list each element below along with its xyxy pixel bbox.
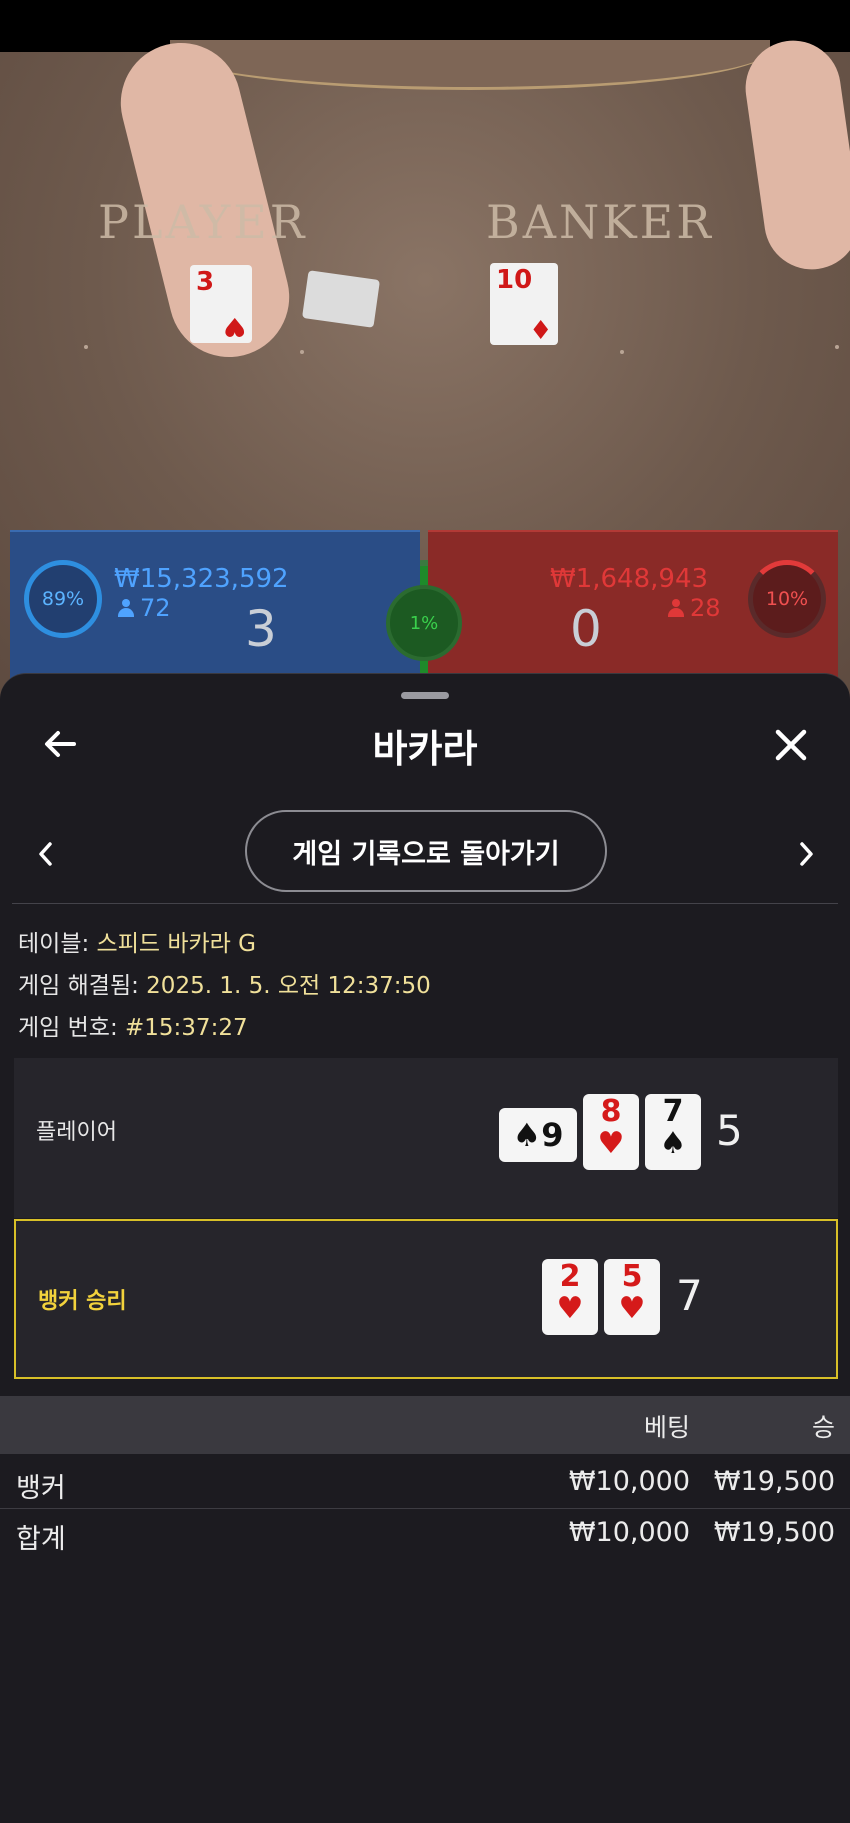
sheet-grabber[interactable] (401, 692, 449, 699)
playing-card: 5 ♥ (604, 1259, 660, 1335)
banker-win-label: 뱅커 승리 (38, 1289, 127, 1314)
back-to-history-button[interactable]: 게임 기록으로 돌아가기 (245, 810, 607, 892)
video-banker-card-rank: 10 (496, 265, 533, 295)
felt-banker-text: BANKER (486, 195, 714, 249)
person-icon (118, 599, 134, 617)
video-player-card: 3 ♥ (190, 265, 252, 343)
live-video: PLAYER BANKER 3 ♥ 10 ♦ 89% ₩15,323,592 7… (0, 0, 850, 700)
total-row: 합계 ₩10,000 ₩19,500 (0, 1508, 850, 1558)
divider (12, 903, 838, 904)
bet-amount: ₩10,000 (568, 1466, 690, 1497)
total-win-amount: ₩19,500 (713, 1517, 835, 1548)
game-history-sheet: 바카라 게임 기록으로 돌아가기 테이블: 스피드 바카라 G 게임 해결됨: … (0, 673, 850, 1823)
banker-hand-row: 뱅커 승리 2 ♥ 5 ♥ 7 (14, 1219, 838, 1379)
banker-hand-total: 7 (676, 1271, 703, 1320)
video-banker-card: 10 ♦ (490, 263, 558, 345)
banker-score: 0 (570, 600, 602, 658)
win-amount: ₩19,500 (713, 1466, 835, 1497)
playing-card: 8 ♥ (583, 1094, 639, 1170)
banker-bettor-count: 28 (668, 594, 721, 622)
dealer-arm-right (739, 34, 850, 276)
video-player-card-2 (302, 270, 380, 328)
total-label: 합계 (16, 1524, 66, 1555)
win-column-header: 승 (811, 1413, 835, 1442)
person-icon (668, 599, 684, 617)
player-hand-label: 플레이어 (36, 1120, 117, 1145)
player-score: 3 (245, 600, 277, 658)
banker-percent-ring: 10% (748, 560, 826, 638)
player-hand-total: 5 (716, 1106, 743, 1155)
felt-player-text: PLAYER (98, 195, 308, 249)
table-rail (170, 40, 770, 90)
game-number-info: 게임 번호: #15:37:27 (18, 1015, 248, 1041)
bets-table-header: 베팅 승 (0, 1396, 850, 1454)
table-row: 뱅커 ₩10,000 ₩19,500 (0, 1458, 850, 1508)
player-total-amount: ₩15,323,592 (114, 564, 289, 594)
player-hand-row: 플레이어 ♠9 8 ♥ 7 ♠ 5 (14, 1058, 838, 1218)
close-icon[interactable] (770, 724, 812, 766)
player-bettor-count: 72 (118, 594, 171, 622)
sheet-title: 바카라 (372, 727, 478, 771)
video-player-card-rank: 3 (196, 267, 215, 297)
resolved-info: 게임 해결됨: 2025. 1. 5. 오전 12:37:50 (18, 973, 431, 999)
bet-column-header: 베팅 (643, 1413, 690, 1442)
total-bet-amount: ₩10,000 (568, 1517, 690, 1548)
playing-card: 2 ♥ (542, 1259, 598, 1335)
player-percent-ring: 89% (24, 560, 102, 638)
playing-card: 7 ♠ (645, 1094, 701, 1170)
playing-card: ♠9 (499, 1108, 577, 1162)
chevron-left-icon[interactable] (34, 839, 58, 869)
bet-name: 뱅커 (16, 1473, 66, 1504)
chevron-right-icon[interactable] (794, 839, 818, 869)
table-info: 테이블: 스피드 바카라 G (18, 931, 256, 957)
tie-percent-ring: 1% (386, 585, 462, 661)
banker-total-amount: ₩1,648,943 (550, 564, 709, 594)
